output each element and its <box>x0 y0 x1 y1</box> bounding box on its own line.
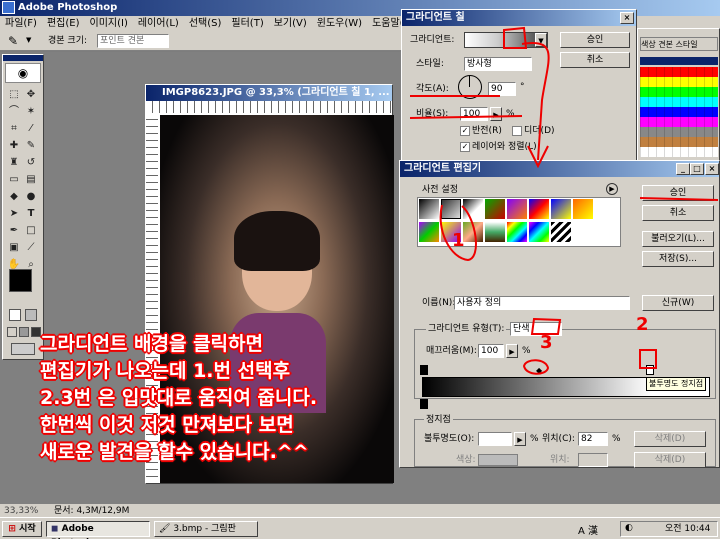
task-photoshop[interactable]: ◼ Adobe Photoshop <box>46 521 150 539</box>
tutorial-line-4: 한번씩 이것 저것 만져보다 보면 <box>40 414 294 436</box>
annotation-arrow <box>521 42 550 161</box>
taskbar: ⊞ 시작 ◼ Adobe Photoshop 🖌 3.bmp - 그림판 A 漢… <box>0 517 720 539</box>
task-photoshop-label: Adobe Photoshop <box>51 524 105 539</box>
tutorial-line-3: 2.3번 은 입맛대로 움직여 줍니다. <box>40 387 318 409</box>
annotation-box-stop <box>639 349 657 369</box>
annotation-box-gradient <box>503 26 528 49</box>
tutorial-line-2: 편집기가 나오는데 1.번 선택후 <box>40 360 291 382</box>
annotation-number-1: 1 <box>452 230 465 251</box>
volume-icon[interactable]: ◐ <box>625 523 633 533</box>
tutorial-line-5: 새로운 발견을 할수 있습니다.^^ <box>40 441 309 463</box>
system-tray: ◐ 오전 10:44 <box>620 521 718 537</box>
annotation-circle-midpoint <box>522 359 550 375</box>
windows-logo-icon: ⊞ <box>8 524 16 534</box>
tutorial-text: 그라디언트 배경을 클릭하면 편집기가 나오는데 1.번 선택후 2.3번 은 … <box>40 331 317 466</box>
annotation-underline-ok <box>639 197 719 201</box>
clock: 오전 10:44 <box>665 524 711 534</box>
paint-icon: 🖌 <box>159 524 171 534</box>
photoshop-icon: ◼ <box>51 524 59 534</box>
task-paint[interactable]: 🖌 3.bmp - 그림판 <box>154 521 258 537</box>
annotation-underline-scale <box>409 115 523 119</box>
tutorial-line-1: 그라디언트 배경을 클릭하면 <box>40 333 263 355</box>
annotation-number-2: 2 <box>636 314 649 335</box>
task-paint-label: 3.bmp - 그림판 <box>173 524 236 534</box>
start-button[interactable]: ⊞ 시작 <box>2 521 42 537</box>
ime-indicator[interactable]: A 漢 <box>578 522 598 537</box>
start-label: 시작 <box>19 524 36 534</box>
annotation-number-3: 3 <box>540 332 553 353</box>
